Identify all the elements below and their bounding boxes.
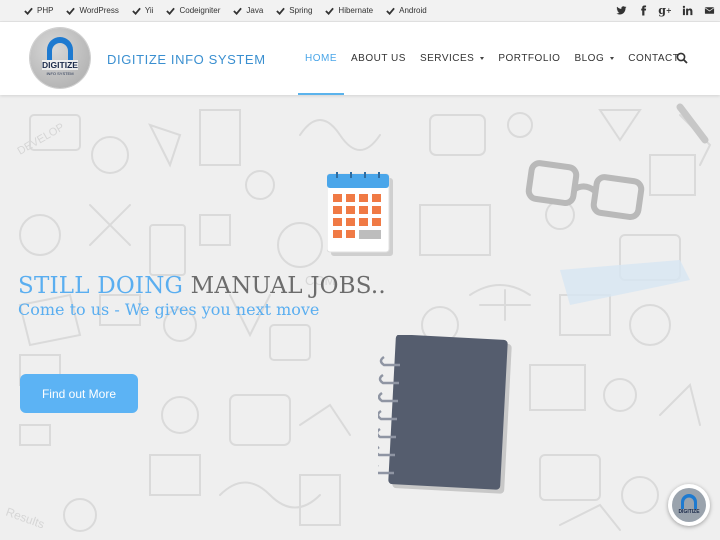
- check-icon: [24, 7, 33, 15]
- notebook-illustration: [378, 335, 512, 494]
- headline-rest: MANUAL JOBS..: [190, 273, 386, 299]
- check-icon: [386, 7, 395, 15]
- nav-portfolio[interactable]: PORTFOLIO: [491, 22, 567, 95]
- check-icon: [325, 7, 335, 15]
- glasses-illustration: [525, 160, 645, 220]
- linkedin-icon[interactable]: [676, 0, 698, 21]
- badge-label: DIGITIZE: [678, 509, 700, 515]
- doodle-word: Results: [4, 505, 46, 532]
- tag-wordpress[interactable]: WordPress: [66, 6, 119, 15]
- tag-java[interactable]: Java: [233, 6, 263, 15]
- social-links: g +: [610, 0, 720, 21]
- nav-about-us[interactable]: ABOUT US: [344, 22, 413, 95]
- check-icon: [233, 7, 243, 15]
- nav-blog[interactable]: BLOG: [567, 22, 621, 95]
- brand-name[interactable]: DIGITIZE INFO SYSTEM: [107, 52, 266, 67]
- calendar-illustration: [327, 172, 393, 256]
- tag-yii[interactable]: Yii: [132, 6, 153, 15]
- doodle-word: DEVELOP: [16, 121, 67, 157]
- nav-home[interactable]: HOME: [298, 22, 344, 95]
- tag-hibernate[interactable]: Hibernate: [325, 6, 373, 15]
- chat-badge[interactable]: DIGITIZE: [668, 484, 710, 526]
- check-icon: [166, 7, 176, 15]
- badge-logo-icon: DIGITIZE: [672, 488, 706, 522]
- google-plus-icon[interactable]: g +: [654, 0, 676, 21]
- caret-down-icon: [480, 57, 485, 60]
- tag-spring[interactable]: Spring: [276, 6, 312, 15]
- site-header: DIGITIZE INFO SYSTEM DIGITIZE INFO SYSTE…: [0, 22, 720, 95]
- headline-highlight: STILL DOING: [18, 273, 184, 299]
- site-logo[interactable]: DIGITIZE INFO SYSTEM: [30, 28, 90, 88]
- top-bar: PHP WordPress Yii Codeigniter Java Sprin…: [0, 0, 720, 22]
- search-icon[interactable]: [676, 52, 688, 64]
- tag-android[interactable]: Android: [386, 6, 427, 15]
- hero-subline: Come to us - We gives you next move: [18, 300, 320, 319]
- nav-services[interactable]: SERVICES: [413, 22, 491, 95]
- hero-headline: STILL DOING MANUAL JOBS..: [18, 273, 386, 299]
- caret-down-icon: [610, 57, 615, 60]
- logo-subtext: INFO SYSTEM: [46, 71, 73, 76]
- twitter-icon[interactable]: [610, 0, 632, 21]
- facebook-icon[interactable]: [632, 0, 654, 21]
- find-out-more-button[interactable]: Find out More: [20, 374, 138, 413]
- hero-banner: DEVELOP COM Results STILL DOING MANUAL J…: [0, 95, 720, 540]
- tech-tags: PHP WordPress Yii Codeigniter Java Sprin…: [24, 0, 440, 21]
- check-icon: [132, 7, 141, 15]
- check-icon: [276, 7, 286, 15]
- tag-codeigniter[interactable]: Codeigniter: [166, 6, 220, 15]
- tag-php[interactable]: PHP: [24, 6, 53, 15]
- check-icon: [66, 7, 76, 15]
- envelope-icon[interactable]: [698, 0, 720, 21]
- main-nav: HOME ABOUT US SERVICES PORTFOLIO BLOG CO…: [298, 22, 686, 95]
- logo-text: DIGITIZE: [42, 60, 78, 70]
